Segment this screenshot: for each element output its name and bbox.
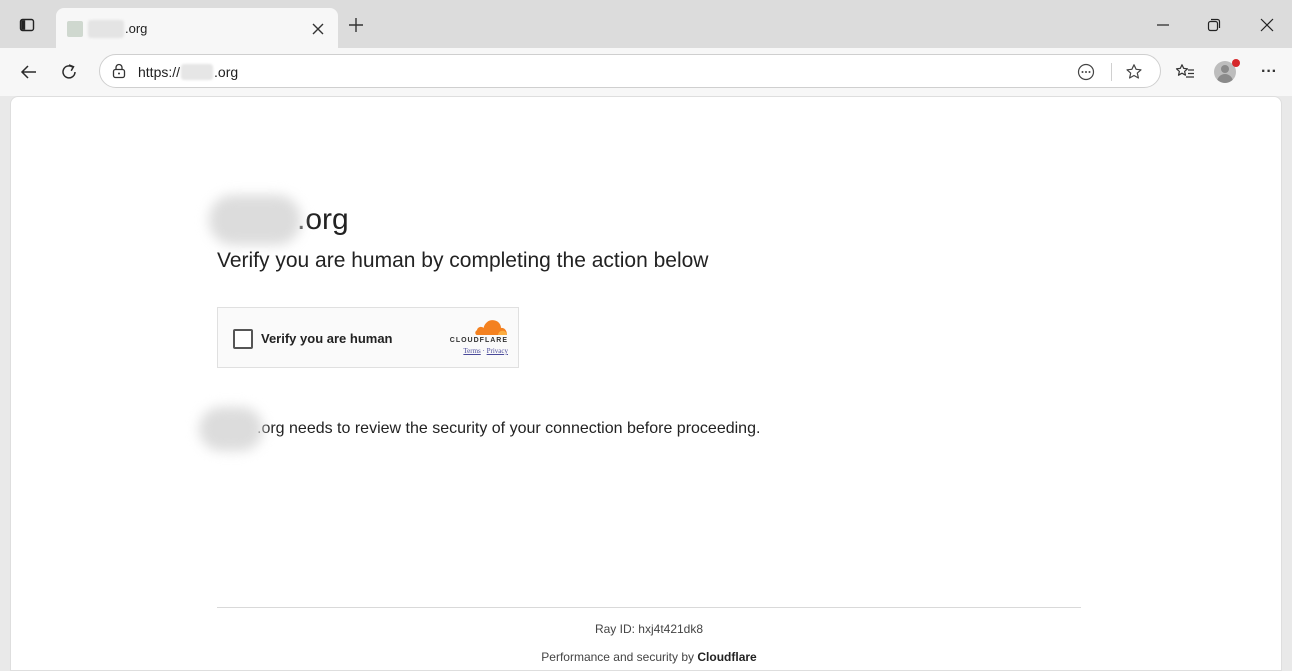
tab-close-icon[interactable] [308, 19, 328, 39]
performance-credit: Performance and security by Cloudflare [217, 649, 1081, 665]
turnstile-widget: Verify you are human CLOUDFLARE Terms · … [217, 307, 519, 368]
restore-button[interactable] [1203, 14, 1225, 36]
lock-icon[interactable] [110, 62, 128, 80]
review-message: .org needs to review the security of you… [199, 407, 760, 451]
address-separator [1111, 63, 1112, 81]
footer-divider [217, 607, 1081, 608]
review-site-redacted [199, 407, 263, 451]
performance-brand: Cloudflare [697, 650, 757, 664]
back-arrow-icon[interactable] [18, 61, 40, 83]
verify-label[interactable]: Verify you are human [261, 330, 393, 348]
tab-title-redacted [88, 20, 124, 38]
browser-toolbar: https:// .org ··· [0, 48, 1292, 96]
ray-id: Ray ID: hxj4t421dk8 [594, 622, 704, 636]
performance-prefix: Performance and security by [541, 650, 695, 664]
cloudflare-logo: CLOUDFLARE Terms · Privacy [434, 317, 508, 357]
site-favicon-icon [67, 21, 83, 37]
tab-strip: .org [0, 0, 1292, 48]
site-name-redacted [209, 195, 301, 245]
page-heading: Verify you are human by completing the a… [217, 249, 709, 272]
privacy-link[interactable]: Privacy [487, 347, 508, 355]
favorites-list-icon[interactable] [1174, 61, 1196, 83]
minimize-button[interactable] [1152, 14, 1174, 36]
new-tab-icon[interactable] [346, 15, 366, 35]
tab-title: .org [125, 21, 148, 36]
address-bar[interactable]: https:// .org [99, 54, 1161, 88]
url-prefix: https:// [138, 64, 181, 80]
verify-checkbox[interactable] [233, 329, 253, 349]
page-viewport: .org Verify you are human by completing … [10, 96, 1282, 671]
site-domain: .org [297, 203, 349, 236]
refresh-icon[interactable] [58, 61, 80, 83]
more-options-icon[interactable]: ··· [1258, 61, 1280, 83]
url-redacted [181, 64, 214, 80]
browser-tab[interactable]: .org [56, 8, 338, 48]
url-text[interactable]: https:// .org [138, 63, 238, 81]
cloudflare-links: Terms · Privacy [434, 347, 508, 355]
close-window-button[interactable] [1256, 14, 1278, 36]
profile-notification-dot [1232, 59, 1240, 67]
review-text: .org needs to review the security of you… [257, 420, 761, 437]
favorite-star-icon[interactable] [1124, 62, 1144, 82]
tab-actions-icon[interactable] [18, 16, 36, 34]
links-separator: · [482, 347, 485, 355]
cloudflare-cloud-icon [475, 320, 507, 335]
site-title: .org [209, 195, 349, 245]
terms-link[interactable]: Terms [463, 347, 480, 355]
url-suffix: .org [214, 64, 239, 80]
page-actions-icon[interactable] [1076, 62, 1096, 82]
cloudflare-wordmark: CLOUDFLARE [449, 337, 508, 344]
